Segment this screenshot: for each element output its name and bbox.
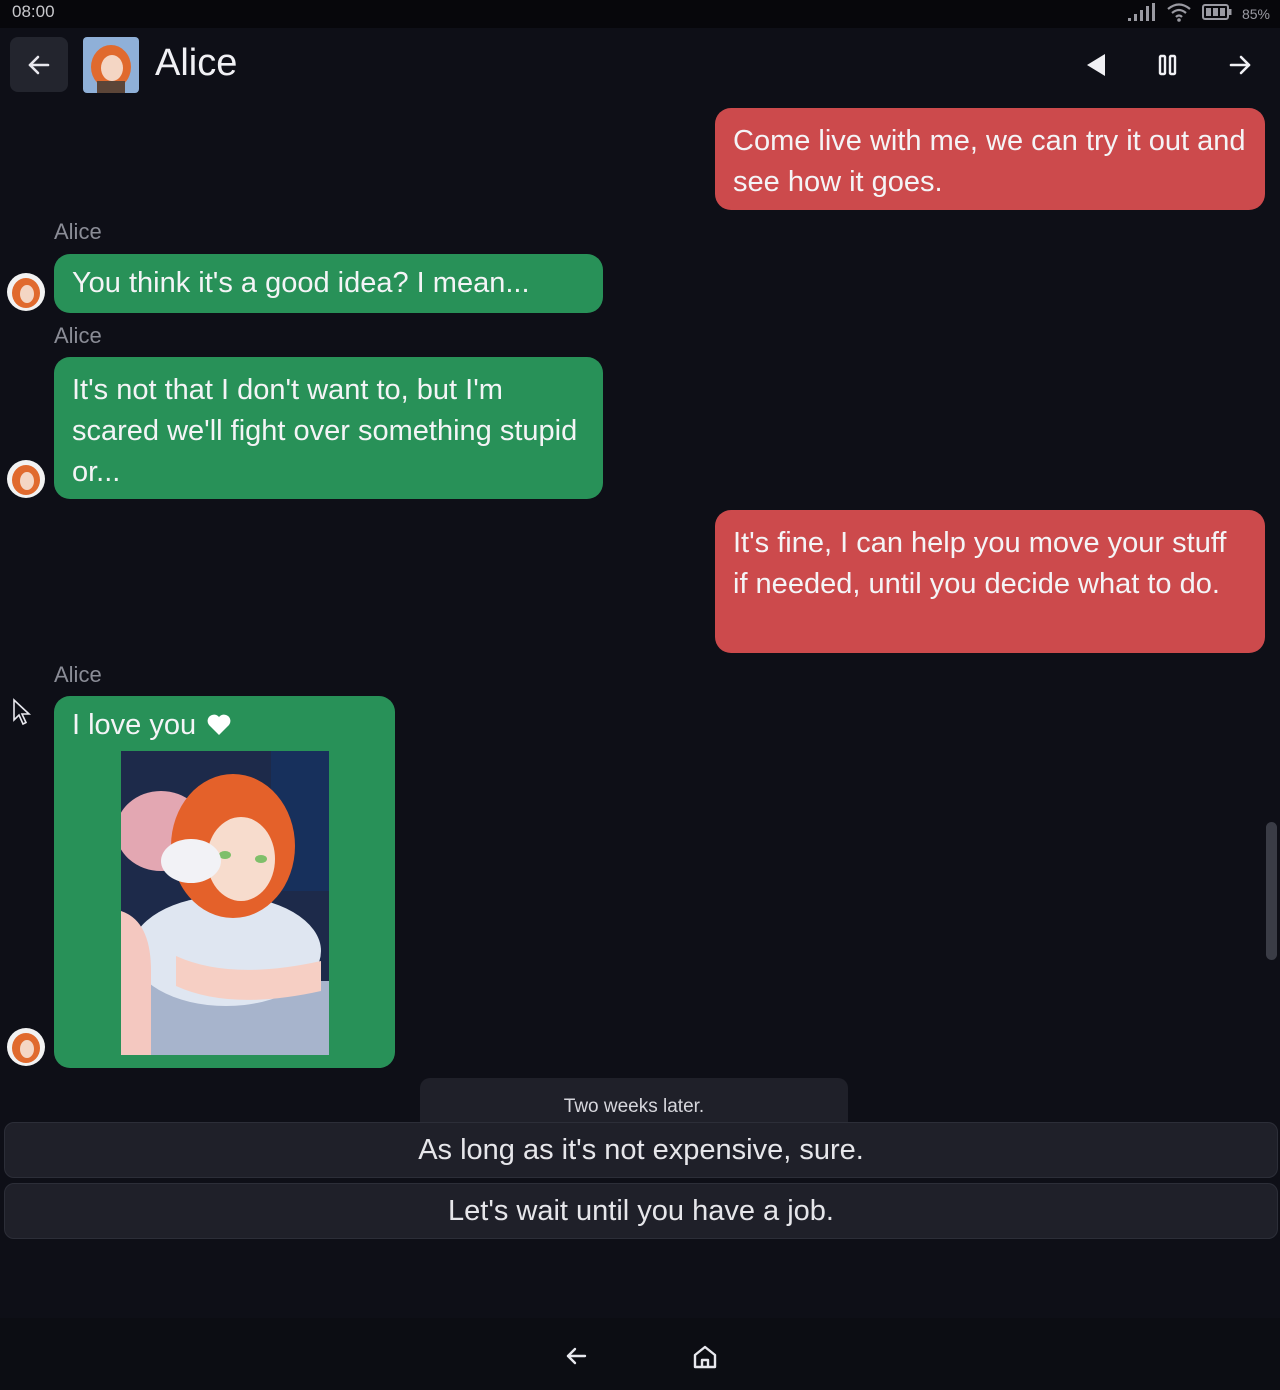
sender-name: Alice: [54, 219, 102, 244]
sender-name: Alice: [54, 662, 102, 687]
choice-button[interactable]: Let's wait until you have a job.: [4, 1183, 1278, 1239]
forward-arrow-icon: [1229, 55, 1251, 75]
system-nav-bar: [0, 1318, 1280, 1390]
message-bubble-alice: You think it's a good idea? I mean...: [54, 254, 603, 313]
chat-title: Alice: [155, 42, 238, 84]
message-bubble-alice: It's not that I don't want to, but I'm s…: [54, 357, 603, 499]
contact-avatar[interactable]: [83, 37, 139, 93]
back-button[interactable]: [10, 37, 68, 92]
sender-name: Alice: [54, 323, 102, 348]
nav-back-button[interactable]: [564, 1345, 588, 1372]
battery-icon: [1201, 3, 1232, 26]
previous-button[interactable]: [1076, 45, 1116, 85]
avatar[interactable]: [7, 273, 45, 311]
back-arrow-icon: [28, 55, 50, 74]
nav-home-button[interactable]: [692, 1344, 718, 1375]
wifi-icon: [1166, 2, 1192, 27]
previous-icon: [1087, 54, 1105, 76]
message-bubble-alice: I love you: [54, 696, 395, 1068]
status-icons: 85%: [1126, 0, 1270, 28]
home-icon: [693, 1345, 717, 1369]
message-image[interactable]: [121, 751, 329, 1055]
chat-header: Alice: [0, 28, 1280, 102]
pause-button[interactable]: [1148, 45, 1188, 85]
message-text: I love you: [72, 708, 197, 741]
avatar-image: [83, 37, 139, 93]
mouse-cursor-icon: [13, 698, 32, 726]
message-bubble-me: Come live with me, we can try it out and…: [715, 108, 1265, 210]
battery-percent: 85%: [1241, 6, 1270, 22]
heart-icon: [207, 714, 231, 735]
avatar[interactable]: [7, 1028, 45, 1066]
character-image: [121, 751, 329, 1055]
status-bar: 08:00 85%: [0, 0, 1280, 28]
choice-button[interactable]: As long as it's not expensive, sure.: [4, 1122, 1278, 1178]
avatar[interactable]: [7, 460, 45, 498]
status-time: 08:00: [12, 2, 55, 21]
avatar-image: [7, 460, 45, 498]
avatar-image: [7, 1028, 45, 1066]
forward-button[interactable]: [1220, 45, 1260, 85]
signal-icon: [1126, 2, 1156, 27]
message-bubble-me: It's fine, I can help you move your stuf…: [715, 510, 1265, 653]
scrollbar-thumb[interactable]: [1266, 822, 1277, 960]
pause-icon: [1158, 54, 1177, 76]
avatar-image: [7, 273, 45, 311]
back-arrow-icon: [566, 1347, 587, 1365]
scene-divider: Two weeks later.: [420, 1078, 848, 1122]
